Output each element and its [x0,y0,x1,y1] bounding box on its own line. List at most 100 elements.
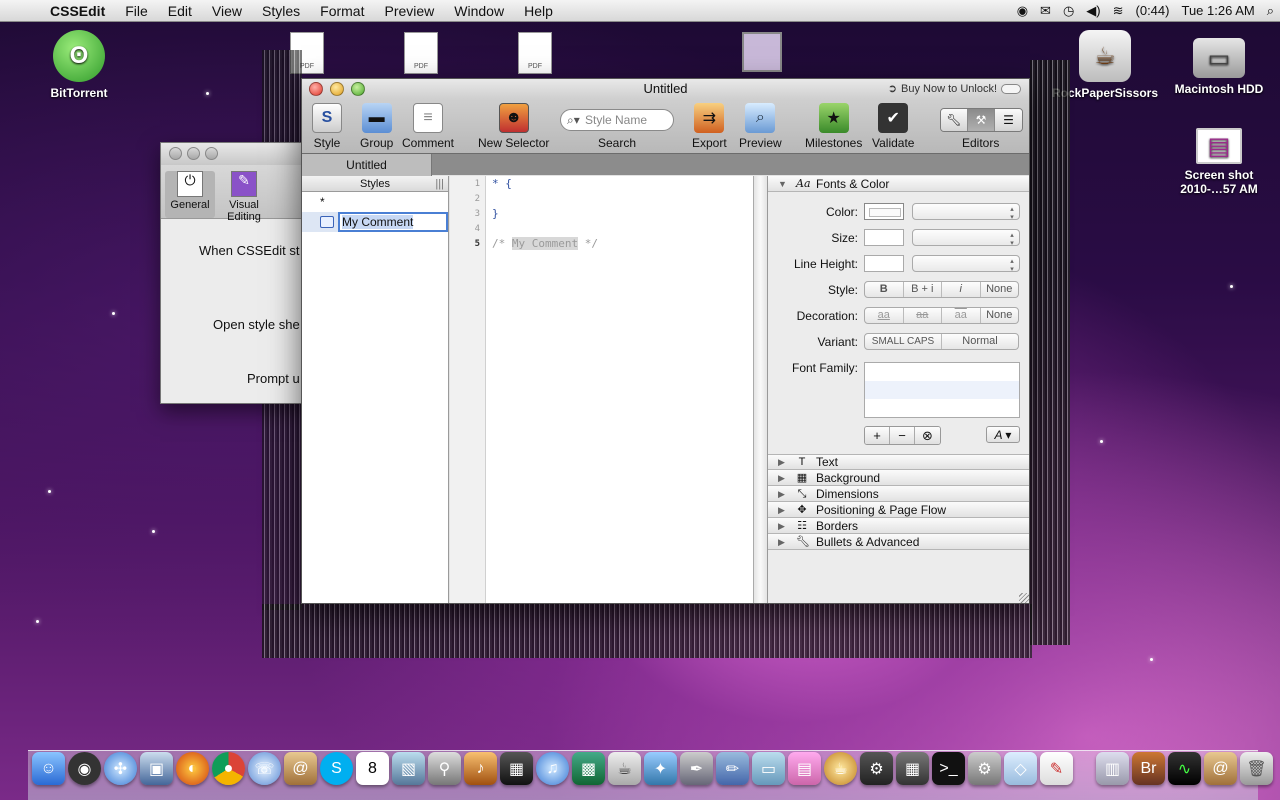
section-bullets-advanced[interactable]: ▶ 🔧︎ Bullets & Advanced [768,534,1029,550]
downloads-stack-icon[interactable]: @ [1204,752,1237,785]
wrench-icon[interactable]: 🔧︎ [941,109,968,131]
itunes-icon[interactable]: ♫ [536,752,569,785]
window-thumbnail-icon[interactable] [742,32,782,72]
remove-font-button[interactable]: − [890,427,915,444]
disclosure-closed-icon[interactable]: ▶ [778,502,788,518]
xcode-icon[interactable]: ✦ [644,752,677,785]
time-machine-icon[interactable]: ◷ [1057,0,1080,22]
variant-segmented[interactable]: SMALL CAPS Normal [864,333,1019,350]
quill-icon[interactable]: ✒ [680,752,713,785]
code-text[interactable]: * { } /* My Comment */ [492,176,598,251]
disclosure-closed-icon[interactable]: ▶ [778,534,788,550]
news-icon[interactable]: ☕ [608,752,641,785]
safari-icon[interactable]: ✣ [104,752,137,785]
rename-input[interactable]: My Comment [338,212,448,232]
close-button[interactable] [309,82,323,96]
preview-button[interactable]: ⌕ Preview [739,103,782,150]
document-tab[interactable]: Untitled [302,154,432,176]
validate-button[interactable]: ✔ Validate [872,103,914,150]
decoration-overline-option[interactable]: aa [942,308,981,323]
close-button[interactable] [169,147,182,160]
tools-icon[interactable]: ⚒ [968,109,995,131]
new-selector-button[interactable]: ☻ New Selector [478,103,549,150]
disclosure-closed-icon[interactable]: ▶ [778,486,788,502]
search-input[interactable]: ⌕▾ Style Name [560,109,674,131]
steam-icon[interactable]: ⚙ [860,752,893,785]
pdf-file-icon[interactable]: PDF [404,32,438,74]
image-capture-icon[interactable]: ▩ [572,752,605,785]
disclosure-closed-icon[interactable]: ▶ [778,454,788,470]
font-style-segmented[interactable]: B B + i i None [864,281,1019,298]
garageband-icon[interactable]: ♪ [464,752,497,785]
cup-app-icon[interactable]: ☕ [824,752,857,785]
preview-app-icon[interactable]: ▣ [140,752,173,785]
pdf-file-icon[interactable]: PDF [518,32,552,74]
tab-general[interactable]: ⏻ General [165,171,215,218]
menu-edit[interactable]: Edit [158,0,202,22]
skype-icon[interactable]: S [320,752,353,785]
menu-format[interactable]: Format [310,0,374,22]
system-preferences-icon[interactable]: ⚙ [968,752,1001,785]
section-positioning[interactable]: ▶ ✥ Positioning & Page Flow [768,502,1029,518]
ical-icon[interactable]: 8 [356,752,389,785]
chrome-icon[interactable]: ● [212,752,245,785]
style-bold-italic-option[interactable]: B + i [904,282,942,297]
battery-indicator[interactable]: (0:44) [1130,0,1176,22]
ichat-icon[interactable]: ☏ [248,752,281,785]
dropbox-icon[interactable]: ◉ [1011,0,1034,22]
photos-stack-icon[interactable]: ▤ [788,752,821,785]
desktop-icon-bittorrent[interactable]: ʘ BitTorrent [24,30,134,100]
section-background[interactable]: ▶ ▦ Background [768,470,1029,486]
disclosure-closed-icon[interactable]: ▶ [778,470,788,486]
list-item[interactable] [865,399,1019,417]
list-icon[interactable]: ☰ [995,109,1022,131]
menu-preview[interactable]: Preview [374,0,444,22]
volume-icon[interactable]: ◀) [1080,0,1106,22]
menu-help[interactable]: Help [514,0,563,22]
line-height-input[interactable] [864,255,904,272]
wifi-icon[interactable]: ≋ [1107,0,1130,22]
font-family-list[interactable] [864,362,1020,418]
export-button[interactable]: ⇉ Export [692,103,727,150]
column-grip-icon[interactable]: ||| [435,176,444,192]
variant-small-caps-option[interactable]: SMALL CAPS [865,334,942,349]
minimize-button[interactable] [187,147,200,160]
style-bold-option[interactable]: B [865,282,904,297]
cssedit-dock-icon[interactable]: ✎ [1040,752,1073,785]
style-item-universal[interactable]: * [302,192,448,212]
activity-monitor-icon[interactable]: ∿ [1168,752,1201,785]
spaces-icon[interactable]: ▦ [896,752,929,785]
bridge-icon[interactable]: Br [1132,752,1165,785]
menu-window[interactable]: Window [444,0,514,22]
menu-styles[interactable]: Styles [252,0,310,22]
document-stack-icon[interactable]: ▥ [1096,752,1129,785]
list-item[interactable] [865,381,1019,399]
style-italic-option[interactable]: i [942,282,981,297]
color-well[interactable] [864,203,904,220]
variant-normal-option[interactable]: Normal [942,334,1018,349]
desktop-icon-screenshot[interactable]: ▤ Screen shot 2010-…57 AM [1164,128,1274,196]
size-input[interactable] [864,229,904,246]
disclosure-open-icon[interactable]: ▼ [778,176,788,192]
font-panel-button[interactable]: A ▾ [986,426,1020,443]
terminal-icon[interactable]: >_ [932,752,965,785]
firefox-icon[interactable]: ◐ [176,752,209,785]
window-titlebar[interactable]: Untitled ➲ Buy Now to Unlock! [302,79,1029,99]
tab-visual-editing[interactable]: ✎ Visual Editing [219,171,269,223]
decoration-underline-option[interactable]: aa [865,308,904,323]
section-text[interactable]: ▶ T Text [768,454,1029,470]
style-item-comment[interactable]: My Comment [302,212,448,232]
section-fonts-color[interactable]: ▼ Aa Fonts & Color [768,176,1029,192]
menu-view[interactable]: View [202,0,252,22]
section-borders[interactable]: ▶ ☷ Borders [768,518,1029,534]
group-button[interactable]: ▬ Group [360,103,393,150]
mail-icon[interactable]: ✉ [1034,0,1057,22]
disclosure-closed-icon[interactable]: ▶ [778,518,788,534]
code-editor[interactable]: 1 2 3 4 5 * { } /* My Comment */ [450,176,753,603]
menu-clock[interactable]: Tue 1:26 AM [1175,0,1260,22]
address-book-icon[interactable]: @ [284,752,317,785]
folder-dock-icon[interactable]: ▭ [752,752,785,785]
clear-font-button[interactable]: ⊗ [915,427,940,444]
section-dimensions[interactable]: ▶ ⤡ Dimensions [768,486,1029,502]
desktop-icon-macintosh-hdd[interactable]: ▭ Macintosh HDD [1164,30,1274,96]
